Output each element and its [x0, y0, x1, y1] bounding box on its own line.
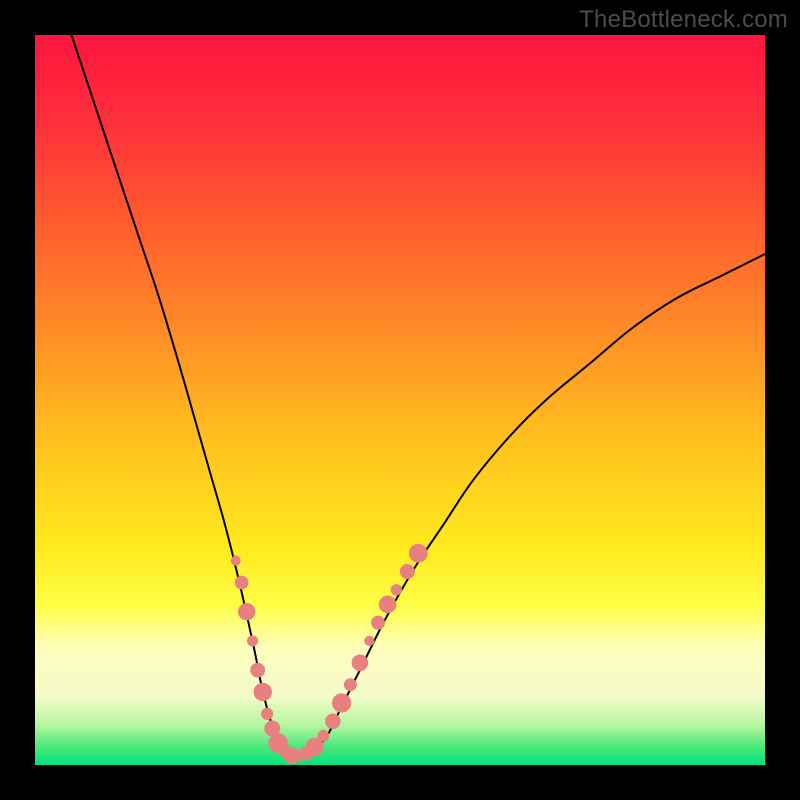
- highlight-dot: [332, 693, 351, 712]
- highlight-dot: [391, 584, 402, 595]
- highlight-dot: [235, 576, 249, 590]
- highlight-dot: [325, 713, 341, 729]
- highlight-dot: [250, 663, 265, 678]
- chart-svg: [35, 35, 765, 765]
- highlight-dot: [409, 544, 428, 563]
- highlight-dot: [238, 603, 255, 620]
- highlight-dot: [254, 683, 273, 702]
- highlight-dot: [379, 596, 397, 614]
- gradient-background: [35, 35, 765, 765]
- highlight-dot: [364, 636, 374, 646]
- highlight-dot: [344, 678, 357, 691]
- plot-area: [35, 35, 765, 765]
- highlight-dot: [247, 635, 258, 646]
- outer-frame: TheBottleneck.com: [0, 0, 800, 800]
- highlight-dot: [231, 556, 241, 566]
- highlight-dot: [371, 616, 385, 630]
- highlight-dot: [352, 655, 369, 672]
- highlight-dot: [400, 564, 415, 579]
- highlight-dot: [261, 708, 273, 720]
- highlight-dot: [317, 730, 329, 742]
- watermark-text: TheBottleneck.com: [579, 6, 788, 34]
